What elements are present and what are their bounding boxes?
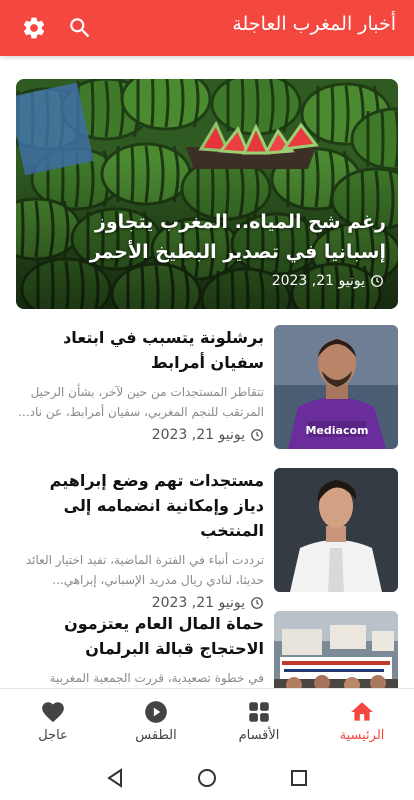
bottom-navigation: الرئيسية الأقسام الطقس عاجل bbox=[0, 688, 414, 756]
news-feed[interactable]: رغم شح المياه.. المغرب يتجاوز إسبانيا في… bbox=[0, 56, 414, 688]
home-icon bbox=[351, 702, 373, 721]
article-title[interactable]: برشلونة يتسبب في ابتعاد سفيان أمرابط bbox=[16, 325, 264, 375]
clock-icon bbox=[251, 429, 263, 441]
article-thumbnail bbox=[274, 611, 398, 688]
article-thumbnail: Mediacom bbox=[274, 325, 398, 449]
article-card[interactable]: مستجدات تهم وضع إبراهيم دياز وإمكانية ان… bbox=[16, 468, 398, 611]
nav-weather[interactable]: الطقس bbox=[116, 699, 196, 743]
grid-icon bbox=[249, 702, 269, 722]
clock-icon bbox=[371, 275, 383, 287]
back-icon[interactable] bbox=[103, 766, 127, 790]
article-card[interactable]: Mediacom برشلونة يتسبب في ابتعاد سفيان أ… bbox=[16, 325, 398, 453]
nav-home[interactable]: الرئيسية bbox=[322, 699, 402, 743]
article-excerpt: تتقاطر المستجدات من حين لآخر، بشأن الرحي… bbox=[18, 385, 264, 419]
play-circle-icon bbox=[145, 701, 167, 723]
featured-article-title[interactable]: رغم شح المياه.. المغرب يتجاوز إسبانيا في… bbox=[30, 207, 386, 267]
article-date: يونيو 21, 2023 bbox=[16, 427, 264, 443]
article-card[interactable]: حماة المال العام يعتزمون الاحتجاج قبالة … bbox=[16, 611, 398, 688]
clock-icon bbox=[251, 597, 263, 609]
app-bar: أخبار المغرب العاجلة bbox=[0, 0, 414, 56]
article-thumbnail bbox=[274, 468, 398, 592]
svg-text:Mediacom: Mediacom bbox=[305, 424, 368, 437]
search-icon[interactable] bbox=[67, 15, 93, 41]
featured-article-date: يونيو 21, 2023 bbox=[272, 273, 384, 289]
nav-sections[interactable]: الأقسام bbox=[219, 699, 299, 743]
article-title[interactable]: مستجدات تهم وضع إبراهيم دياز وإمكانية ان… bbox=[16, 468, 264, 543]
article-excerpt: ترددت أنباء في الفترة الماضية، تفيد اختي… bbox=[25, 553, 264, 587]
nav-urgent[interactable]: عاجل bbox=[13, 699, 93, 743]
featured-article[interactable]: رغم شح المياه.. المغرب يتجاوز إسبانيا في… bbox=[16, 79, 398, 309]
recents-icon[interactable] bbox=[287, 766, 311, 790]
system-navigation-bar bbox=[0, 756, 414, 800]
article-excerpt: في خطوة تصعيدية، قررت الجمعية المغربية bbox=[49, 671, 264, 685]
app-title: أخبار المغرب العاجلة bbox=[232, 13, 396, 35]
home-circle-icon[interactable] bbox=[195, 766, 219, 790]
gear-icon[interactable] bbox=[21, 15, 47, 41]
article-date: يونيو 21, 2023 bbox=[16, 595, 264, 611]
article-title[interactable]: حماة المال العام يعتزمون الاحتجاج قبالة … bbox=[16, 611, 264, 661]
heart-icon bbox=[42, 702, 64, 723]
